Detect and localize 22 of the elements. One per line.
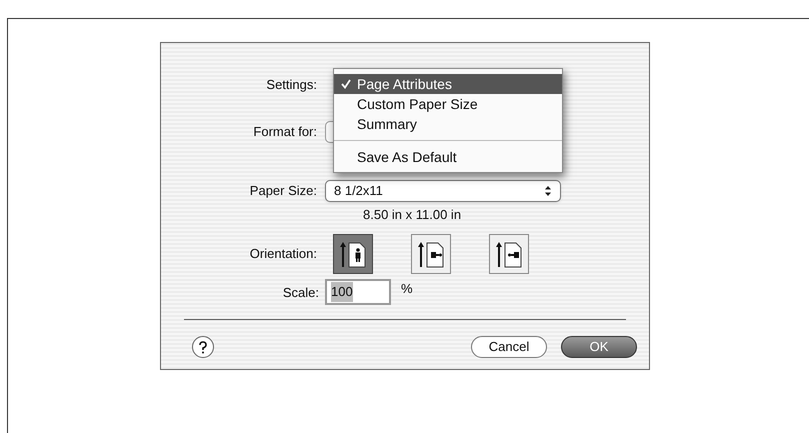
stepper-icon: [544, 185, 552, 197]
orientation-button[interactable]: [489, 234, 529, 274]
format-for-label: Format for:: [252, 123, 318, 142]
checkmark-icon: [340, 79, 350, 89]
paper-size-label: Paper Size:: [248, 182, 318, 200]
orientation-button[interactable]: [411, 234, 451, 274]
paper-dimensions-text: 8.50 in x 11.00 in: [363, 206, 462, 224]
menu-item[interactable]: Custom Paper Size: [334, 94, 562, 114]
dialog-button[interactable]: Cancel: [471, 336, 547, 358]
paper-size-dropdown[interactable]: 8 1/2x11: [325, 180, 561, 202]
orientation-button[interactable]: [333, 234, 373, 274]
help-icon: [198, 340, 208, 354]
help-button[interactable]: [192, 336, 214, 358]
settings-label: Settings:: [265, 76, 318, 94]
scale-input-field[interactable]: 100: [325, 279, 391, 305]
menu-item[interactable]: Summary: [334, 114, 562, 134]
menu-item[interactable]: Save As Default: [334, 147, 562, 167]
orientation-label: Orientation:: [248, 245, 318, 264]
menu-item[interactable]: Page Attributes: [334, 74, 562, 94]
percent-unit: %: [400, 280, 413, 298]
dialog-button[interactable]: OK: [561, 336, 637, 358]
scale-label: Scale:: [282, 284, 320, 302]
